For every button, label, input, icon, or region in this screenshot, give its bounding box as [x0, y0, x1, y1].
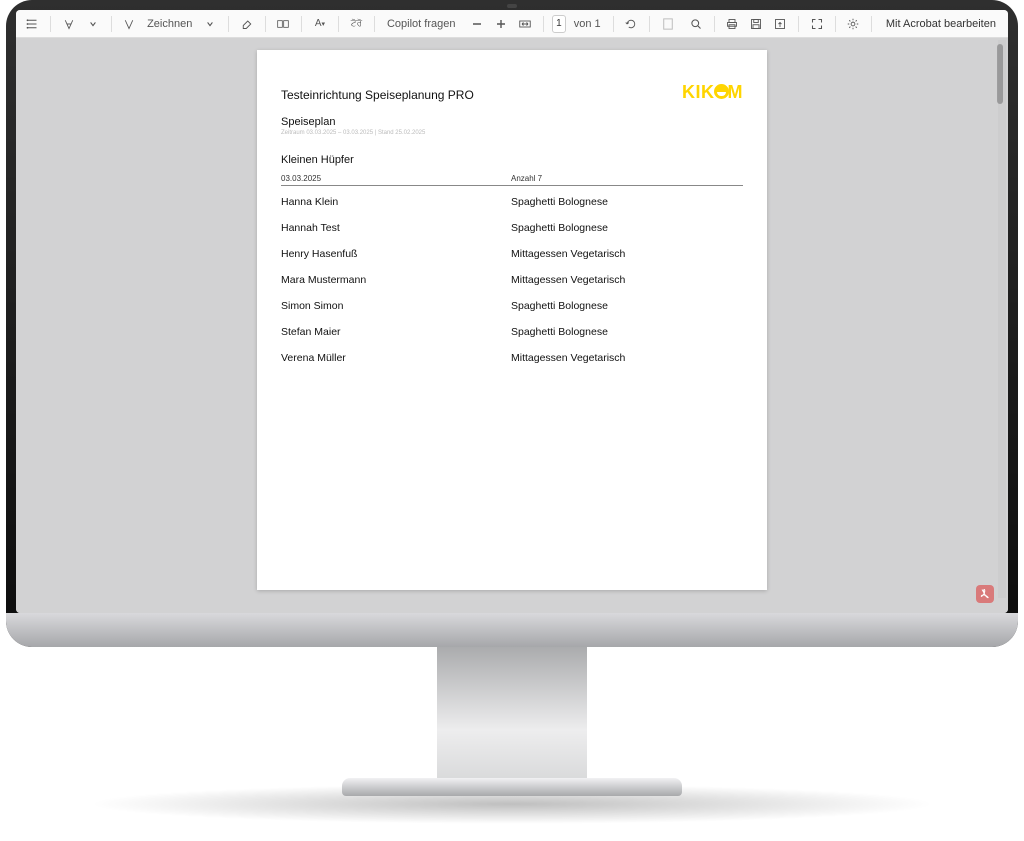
- meal-name: Spaghetti Bolognese: [511, 196, 743, 208]
- meal-name: Mittagessen Vegetarisch: [511, 248, 743, 260]
- table-header: 03.03.2025 Anzahl 7: [281, 174, 743, 186]
- pdf-toolbar: Zeichnen A▾ ਟੋਰੋ Copilot fragen: [16, 10, 1008, 38]
- separator: [265, 16, 266, 32]
- zoom-in-icon[interactable]: [491, 14, 511, 34]
- read-aloud-icon[interactable]: ਟੋਰੋ: [346, 14, 366, 34]
- person-name: Hanna Klein: [281, 196, 511, 208]
- document-date-range: Zeitraum 03.03.2025 – 03.03.2025 | Stand…: [281, 130, 743, 136]
- person-name: Henry Hasenfuß: [281, 248, 511, 260]
- chevron-down-icon[interactable]: [200, 14, 220, 34]
- separator: [543, 16, 544, 32]
- camera-notch: [507, 4, 517, 8]
- separator: [871, 16, 872, 32]
- eraser-icon[interactable]: [237, 14, 257, 34]
- two-page-icon[interactable]: [273, 14, 293, 34]
- page-view-icon[interactable]: [658, 14, 678, 34]
- chevron-down-icon[interactable]: [83, 14, 103, 34]
- separator: [228, 16, 229, 32]
- table-row: Verena MüllerMittagessen Vegetarisch: [281, 352, 743, 364]
- person-name: Verena Müller: [281, 352, 511, 364]
- table-row: Mara MustermannMittagessen Vegetarisch: [281, 274, 743, 286]
- page-count-label: von 1: [570, 18, 605, 30]
- group-name: Kleinen Hüpfer: [281, 154, 743, 166]
- page-number-input[interactable]: 1: [552, 15, 566, 33]
- separator: [798, 16, 799, 32]
- fit-width-icon[interactable]: [515, 14, 535, 34]
- print-icon[interactable]: [722, 14, 742, 34]
- adobe-pdf-icon[interactable]: [976, 585, 994, 603]
- table-row: Stefan MaierSpaghetti Bolognese: [281, 326, 743, 338]
- draw-icon[interactable]: [119, 14, 139, 34]
- separator: [374, 16, 375, 32]
- meal-name: Mittagessen Vegetarisch: [511, 274, 743, 286]
- separator: [649, 16, 650, 32]
- monitor-chin: [6, 613, 1018, 647]
- meal-name: Spaghetti Bolognese: [511, 326, 743, 338]
- edit-with-acrobat-link[interactable]: Mit Acrobat bearbeiten: [880, 18, 1002, 30]
- separator: [714, 16, 715, 32]
- table-row: Henry HasenfußMittagessen Vegetarisch: [281, 248, 743, 260]
- institution-title: Testeinrichtung Speiseplanung PRO: [281, 88, 743, 102]
- meal-list: Hanna KleinSpaghetti BologneseHannah Tes…: [281, 196, 743, 364]
- text-size-icon[interactable]: A▾: [310, 14, 330, 34]
- outline-icon[interactable]: [22, 14, 42, 34]
- vertical-scrollbar[interactable]: [998, 40, 1006, 598]
- separator: [111, 16, 112, 32]
- meal-name: Spaghetti Bolognese: [511, 300, 743, 312]
- separator: [613, 16, 614, 32]
- monitor-frame: Zeichnen A▾ ਟੋਰੋ Copilot fragen: [6, 0, 1018, 647]
- separator: [50, 16, 51, 32]
- separator: [338, 16, 339, 32]
- copilot-button[interactable]: Copilot fragen: [383, 18, 460, 30]
- highlighter-icon[interactable]: [59, 14, 79, 34]
- kikom-logo: KIKM: [682, 82, 743, 103]
- rotate-icon[interactable]: [621, 14, 641, 34]
- separator: [835, 16, 836, 32]
- meal-name: Mittagessen Vegetarisch: [511, 352, 743, 364]
- fullscreen-icon[interactable]: [807, 14, 827, 34]
- header-date: 03.03.2025: [281, 174, 511, 183]
- draw-label[interactable]: Zeichnen: [143, 18, 196, 30]
- table-row: Hannah TestSpaghetti Bolognese: [281, 222, 743, 234]
- pdf-page: KIKM Testeinrichtung Speiseplanung PRO S…: [257, 50, 767, 590]
- scroll-thumb[interactable]: [997, 44, 1003, 104]
- person-name: Simon Simon: [281, 300, 511, 312]
- separator: [301, 16, 302, 32]
- search-icon[interactable]: [686, 14, 706, 34]
- save-icon[interactable]: [746, 14, 766, 34]
- settings-icon[interactable]: [843, 14, 863, 34]
- table-row: Simon SimonSpaghetti Bolognese: [281, 300, 743, 312]
- zoom-out-icon[interactable]: [467, 14, 487, 34]
- table-row: Hanna KleinSpaghetti Bolognese: [281, 196, 743, 208]
- pdf-content-area: KIKM Testeinrichtung Speiseplanung PRO S…: [16, 38, 1008, 613]
- header-count: Anzahl 7: [511, 174, 743, 183]
- person-name: Hannah Test: [281, 222, 511, 234]
- meal-name: Spaghetti Bolognese: [511, 222, 743, 234]
- monitor-stand-base: [342, 778, 682, 796]
- monitor-stand-neck: [437, 640, 587, 790]
- save-as-icon[interactable]: [770, 14, 790, 34]
- person-name: Stefan Maier: [281, 326, 511, 338]
- person-name: Mara Mustermann: [281, 274, 511, 286]
- pdf-viewer-window: Zeichnen A▾ ਟੋਰੋ Copilot fragen: [16, 10, 1008, 613]
- document-subtitle: Speiseplan: [281, 116, 743, 128]
